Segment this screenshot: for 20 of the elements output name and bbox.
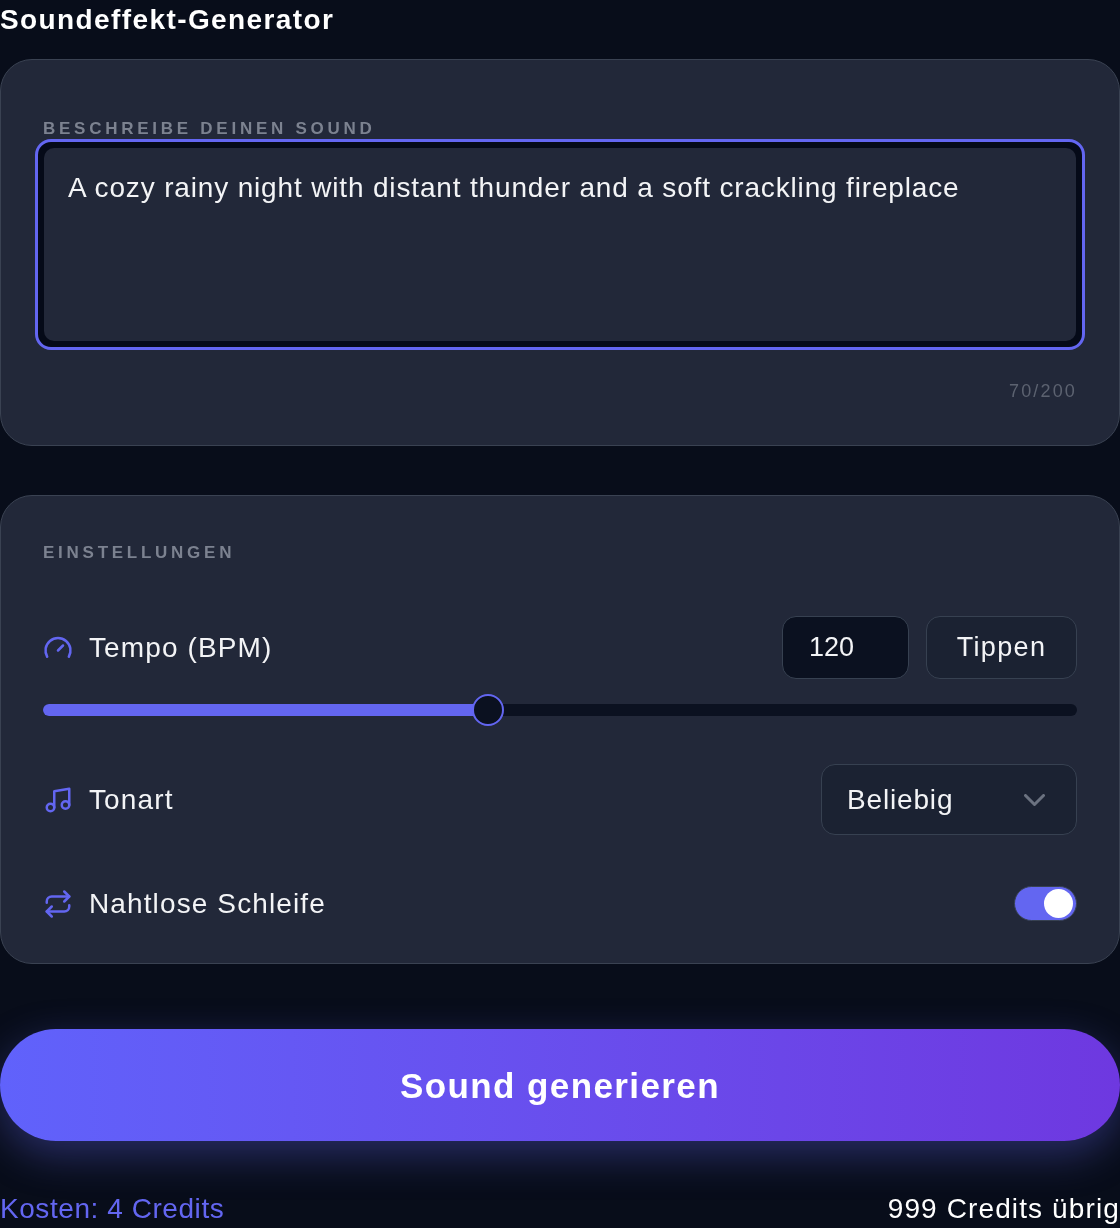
cost-label: Kosten: 4 Credits	[0, 1195, 225, 1223]
slider-thumb[interactable]	[471, 694, 504, 726]
setting-label: Tempo (BPM)	[89, 633, 273, 662]
section-label: EINSTELLUNGEN	[43, 544, 236, 561]
character-counter: 70/200	[1009, 382, 1077, 400]
bpm-input-field[interactable]: 120	[782, 616, 909, 679]
setting-label: Nahtlose Schleife	[89, 889, 326, 918]
tap-tempo-button[interactable]: Tippen	[926, 616, 1077, 679]
generate-sound-button[interactable]: Sound generieren	[0, 1029, 1120, 1141]
sound-description-textarea[interactable]: A cozy rainy night with distant thunder and a soft crackling fireplace	[35, 139, 1085, 350]
key-select[interactable]: Beliebig	[821, 764, 1077, 835]
toggle-knob	[1044, 889, 1073, 918]
loop-toggle[interactable]	[1014, 886, 1077, 921]
page-title: Soundeffekt-Generator	[0, 6, 335, 34]
credits-remaining: 999 Credits übrig	[887, 1195, 1120, 1223]
setting-label: Tonart	[89, 785, 174, 814]
repeat-icon	[43, 888, 73, 919]
tempo-slider-track[interactable]	[43, 704, 1077, 716]
section-label: BESCHREIBE DEINEN SOUND	[43, 120, 376, 137]
chevron-down-icon	[1024, 793, 1045, 806]
